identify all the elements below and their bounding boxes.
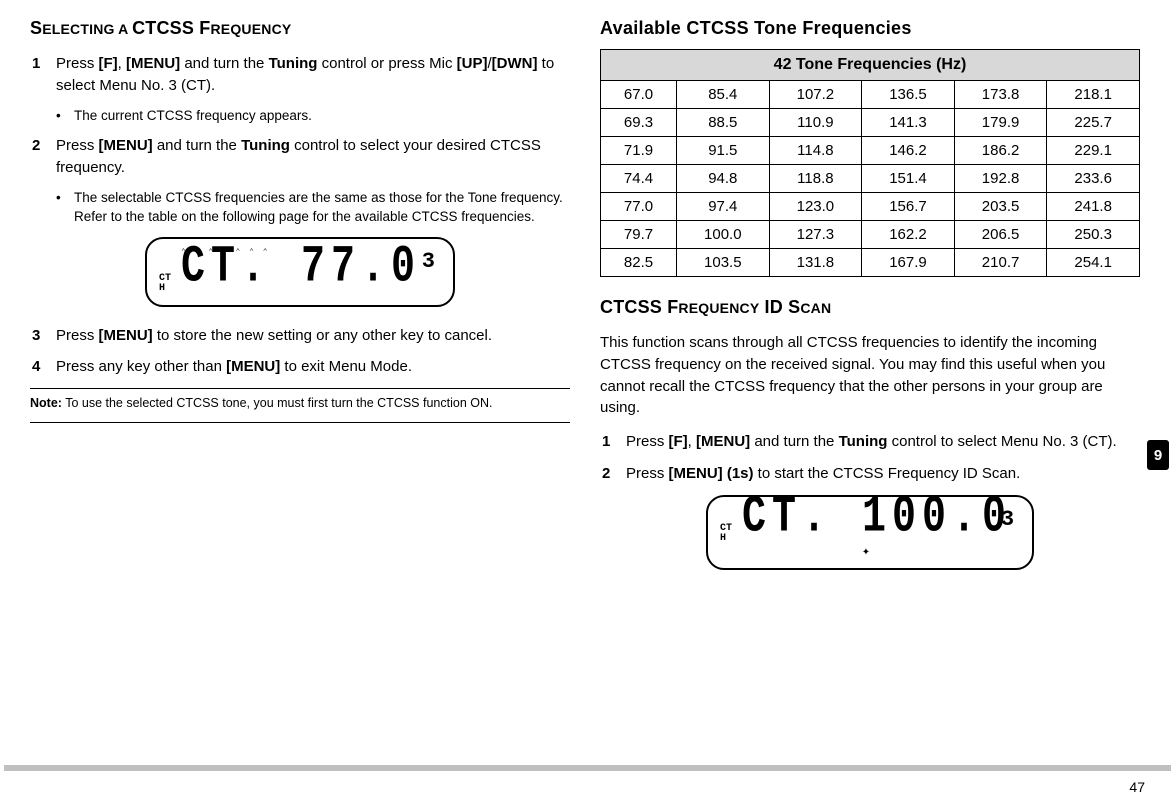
step-body: Press any key other than [MENU] to exit … <box>56 356 570 378</box>
lcd-main-value: CT. 77.0 <box>181 243 421 295</box>
step-body: Press [MENU] and turn the Tuning control… <box>56 135 570 179</box>
frequency-table: 42 Tone Frequencies (Hz) 67.085.4107.213… <box>600 49 1140 277</box>
table-header: 42 Tone Frequencies (Hz) <box>601 50 1140 81</box>
lcd-ct-indicator: CTH <box>720 524 740 545</box>
heading-selecting-ctcss: SELECTING A CTCSS FREQUENCY <box>30 18 570 39</box>
section-tab-badge: 9 <box>1147 440 1169 470</box>
idscan-description: This function scans through all CTCSS fr… <box>600 332 1140 419</box>
step-number: 2 <box>30 135 56 179</box>
table-cell: 225.7 <box>1047 109 1140 137</box>
lcd-ct-indicator: CTH <box>159 274 179 295</box>
idscan-step-2: 2 Press [MENU] (1s) to start the CTCSS F… <box>600 463 1140 485</box>
table-cell: 74.4 <box>601 165 677 193</box>
table-cell: 123.0 <box>769 193 862 221</box>
idscan-step-1: 1 Press [F], [MENU] and turn the Tuning … <box>600 431 1140 453</box>
table-cell: 156.7 <box>862 193 955 221</box>
lcd-display-2: CTH CT. 100.0 3 ✦ <box>600 495 1140 570</box>
step-number: 3 <box>30 325 56 347</box>
step-4: 4 Press any key other than [MENU] to exi… <box>30 356 570 378</box>
table-cell: 151.4 <box>862 165 955 193</box>
table-cell: 67.0 <box>601 81 677 109</box>
table-row: 71.991.5114.8146.2186.2229.1 <box>601 137 1140 165</box>
table-cell: 114.8 <box>769 137 862 165</box>
table-cell: 254.1 <box>1047 249 1140 277</box>
table-cell: 79.7 <box>601 221 677 249</box>
table-cell: 127.3 <box>769 221 862 249</box>
table-cell: 192.8 <box>954 165 1047 193</box>
table-row: 82.5103.5131.8167.9210.7254.1 <box>601 249 1140 277</box>
table-cell: 218.1 <box>1047 81 1140 109</box>
table-cell: 206.5 <box>954 221 1047 249</box>
table-cell: 88.5 <box>677 109 770 137</box>
table-cell: 77.0 <box>601 193 677 221</box>
table-cell: 94.8 <box>677 165 770 193</box>
table-cell: 103.5 <box>677 249 770 277</box>
bullet-selectable-freq: • The selectable CTCSS frequencies are t… <box>56 189 570 227</box>
table-cell: 71.9 <box>601 137 677 165</box>
table-cell: 82.5 <box>601 249 677 277</box>
table-cell: 91.5 <box>677 137 770 165</box>
table-cell: 146.2 <box>862 137 955 165</box>
table-cell: 179.9 <box>954 109 1047 137</box>
table-cell: 241.8 <box>1047 193 1140 221</box>
step-body: Press [F], [MENU] and turn the Tuning co… <box>626 431 1140 453</box>
lcd-sub-value: 3 <box>422 249 435 274</box>
scanning-icon: ✦ <box>720 547 1012 558</box>
step-number: 2 <box>600 463 626 485</box>
table-cell: 85.4 <box>677 81 770 109</box>
divider <box>30 422 570 423</box>
lcd-main-value: CT. 100.0 <box>742 493 1012 545</box>
step-number: 1 <box>600 431 626 453</box>
table-cell: 110.9 <box>769 109 862 137</box>
table-row: 67.085.4107.2136.5173.8218.1 <box>601 81 1140 109</box>
step-2: 2 Press [MENU] and turn the Tuning contr… <box>30 135 570 179</box>
table-cell: 118.8 <box>769 165 862 193</box>
step-1: 1 Press [F], [MENU] and turn the Tuning … <box>30 53 570 97</box>
right-column: Available CTCSS Tone Frequencies 42 Tone… <box>600 18 1140 588</box>
table-cell: 141.3 <box>862 109 955 137</box>
table-cell: 173.8 <box>954 81 1047 109</box>
footer-bar <box>4 765 1171 771</box>
heading-ctcss-id-scan: CTCSS FREQUENCY ID SCAN <box>600 297 1140 318</box>
divider <box>30 388 570 389</box>
table-cell: 100.0 <box>677 221 770 249</box>
note-ctcss-on: Note: To use the selected CTCSS tone, yo… <box>30 395 570 412</box>
table-cell: 250.3 <box>1047 221 1140 249</box>
step-number: 1 <box>30 53 56 97</box>
table-cell: 233.6 <box>1047 165 1140 193</box>
step-number: 4 <box>30 356 56 378</box>
table-row: 79.7100.0127.3162.2206.5250.3 <box>601 221 1140 249</box>
table-cell: 167.9 <box>862 249 955 277</box>
lcd-sub-value: 3 <box>1001 507 1014 532</box>
left-column: SELECTING A CTCSS FREQUENCY 1 Press [F],… <box>30 18 570 588</box>
step-body: Press [MENU] to store the new setting or… <box>56 325 570 347</box>
bullet-current-freq: • The current CTCSS frequency appears. <box>56 107 570 126</box>
table-cell: 210.7 <box>954 249 1047 277</box>
table-cell: 69.3 <box>601 109 677 137</box>
heading-available-tones: Available CTCSS Tone Frequencies <box>600 18 1140 39</box>
table-cell: 107.2 <box>769 81 862 109</box>
table-cell: 229.1 <box>1047 137 1140 165</box>
table-cell: 136.5 <box>862 81 955 109</box>
step-body: Press [F], [MENU] and turn the Tuning co… <box>56 53 570 97</box>
table-cell: 186.2 <box>954 137 1047 165</box>
table-cell: 162.2 <box>862 221 955 249</box>
lcd-display-1: ⌃ ⌃ ⌃ ⌃ ⌃ ⌃ ⌃ CTH CT. 77.0 3 <box>30 237 570 307</box>
table-row: 74.494.8118.8151.4192.8233.6 <box>601 165 1140 193</box>
table-cell: 131.8 <box>769 249 862 277</box>
step-3: 3 Press [MENU] to store the new setting … <box>30 325 570 347</box>
page-number: 47 <box>1129 779 1145 795</box>
table-row: 77.097.4123.0156.7203.5241.8 <box>601 193 1140 221</box>
table-row: 69.388.5110.9141.3179.9225.7 <box>601 109 1140 137</box>
table-cell: 203.5 <box>954 193 1047 221</box>
table-cell: 97.4 <box>677 193 770 221</box>
step-body: Press [MENU] (1s) to start the CTCSS Fre… <box>626 463 1140 485</box>
